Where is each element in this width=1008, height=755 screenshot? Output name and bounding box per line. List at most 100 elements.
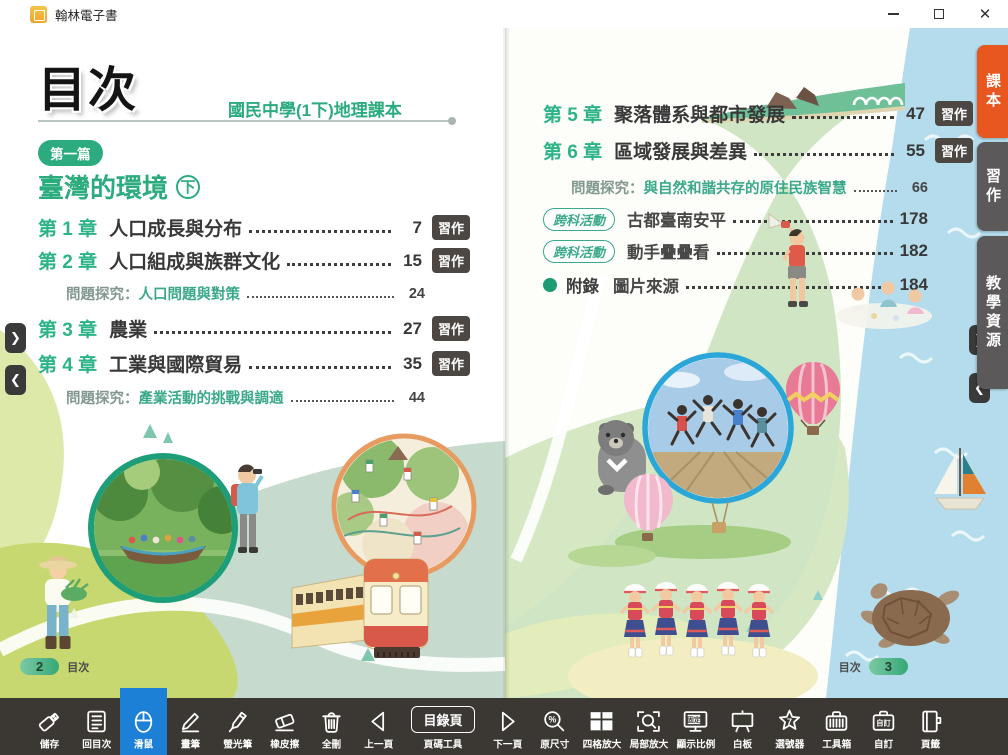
toc-row-chapter-5[interactable]: 第 5 章 聚落體系與都市發展 47 習作 [543, 100, 973, 127]
chapter-page: 55 [901, 141, 925, 161]
toc-row-chapter-3[interactable]: 第 3 章 農業 27 習作 [38, 315, 470, 342]
back-to-toc-button[interactable]: 回目次 [73, 698, 120, 755]
page-number-label: 目次 [839, 659, 861, 675]
custom-button[interactable]: 自訂 自訂 [860, 698, 907, 755]
appendix-title: 圖片來源 [613, 273, 679, 297]
minimize-icon [888, 13, 899, 15]
chapter-label: 第 5 章 [543, 100, 602, 127]
leader-dots [291, 400, 395, 402]
leader-dots [733, 220, 893, 223]
toc-row-activity-2[interactable]: 跨科活動 動手疊疊看 182 [543, 239, 973, 263]
highlighter-tool-button[interactable]: 螢光筆 [214, 698, 261, 755]
book-subtitle: 國民中學(1下)地理課本 [228, 96, 402, 121]
right-page-number: 目次 3 [831, 658, 908, 675]
mouse-tool-button[interactable]: 滑鼠 [120, 688, 167, 755]
toc-row-chapter-1[interactable]: 第 1 章 人口成長與分布 7 習作 [38, 214, 470, 241]
region-zoom-button[interactable]: 局部放大 [625, 698, 672, 755]
maximize-icon [934, 9, 944, 19]
bottom-toolbar: 儲存 回目次 滑鼠 畫筆 螢光筆 [0, 698, 1008, 755]
close-button[interactable]: ✕ [962, 0, 1008, 28]
workbook-badge[interactable]: 習作 [432, 215, 470, 240]
inquiry-label: 問題探究： [571, 177, 644, 198]
chapter-title: 區域發展與差異 [614, 137, 747, 164]
leader-dots [754, 153, 894, 156]
toc-row-inquiry[interactable]: 問題探究： 產業活動的挑戰與調適 44 [38, 387, 470, 408]
whiteboard-button[interactable]: 白板 [719, 698, 766, 755]
eraser-tool-button[interactable]: 橡皮擦 [261, 698, 308, 755]
cross-subject-pill: 跨科活動 [543, 208, 615, 231]
window-title: 翰林電子書 [55, 5, 118, 24]
toolbox-icon [823, 708, 850, 735]
inquiry-title: 人口問題與對策 [139, 283, 241, 304]
workbook-badge[interactable]: 習作 [432, 351, 470, 376]
delete-all-button[interactable]: 全刪 [308, 698, 355, 755]
next-page-button[interactable]: 下一頁 [484, 698, 531, 755]
toc-row-inquiry[interactable]: 問題探究： 與自然和諧共存的原住民族智慧 66 [543, 177, 973, 198]
leader-dots [154, 331, 391, 334]
jumping-people-photo-circle [645, 355, 791, 501]
leader-dots [717, 252, 893, 255]
activity-title: 動手疊疊看 [627, 239, 710, 263]
display-ratio-button[interactable]: 固定 顯示比例 [672, 698, 719, 755]
workbook-badge[interactable]: 習作 [935, 138, 973, 163]
left-page-number: 2 目次 [20, 658, 97, 675]
toc-row-activity-1[interactable]: 跨科活動 古都臺南安平 178 [543, 207, 973, 231]
workbook-badge[interactable]: 習作 [432, 316, 470, 341]
custom-box-icon: 自訂 [870, 708, 897, 735]
appendix-bullet [543, 278, 557, 292]
chapter-label: 第 6 章 [543, 137, 602, 164]
quad-zoom-button[interactable]: 四格放大 [578, 698, 625, 755]
star-number-icon: 7 [776, 708, 803, 735]
previous-page-button[interactable]: 上一頁 [355, 698, 402, 755]
toc-page-button[interactable]: 目錄頁 [411, 706, 474, 733]
original-size-button[interactable]: % 原尺寸 [531, 698, 578, 755]
chapter-page: 7 [398, 218, 422, 238]
window-controls: ✕ [870, 0, 1008, 28]
whiteboard-icon [729, 708, 756, 735]
svg-text:%: % [549, 715, 557, 725]
zoom-percent-icon: % [541, 708, 568, 735]
left-edge-forward-button[interactable]: ❯ [5, 323, 26, 353]
toc-row-chapter-6[interactable]: 第 6 章 區域發展與差異 55 習作 [543, 137, 973, 164]
tab-workbook[interactable]: 習作 [977, 142, 1008, 231]
page-number-tool-button[interactable]: 目錄頁 頁碼工具 [402, 698, 484, 755]
cross-subject-pill: 跨科活動 [543, 240, 615, 263]
toc-row-chapter-2[interactable]: 第 2 章 人口組成與族群文化 15 習作 [38, 247, 470, 274]
tab-teaching-resources[interactable]: 教學資源 [977, 236, 1008, 389]
chapter-page: 47 [901, 104, 925, 124]
minimize-button[interactable] [870, 0, 916, 28]
toolbox-button[interactable]: 工具箱 [813, 698, 860, 755]
chapter-title: 農業 [109, 315, 147, 342]
left-edge-back-button[interactable]: ❮ [5, 365, 26, 395]
highlighter-icon [224, 708, 251, 735]
page-number-label: 目次 [67, 659, 89, 675]
toc-row-appendix[interactable]: 附錄 圖片來源 184 [543, 273, 973, 297]
page-number-pill: 3 [869, 658, 908, 675]
workbook-badge[interactable]: 習作 [432, 248, 470, 273]
svg-text:7: 7 [787, 717, 792, 727]
activity-page: 182 [900, 241, 928, 261]
pen-tool-button[interactable]: 畫筆 [167, 698, 214, 755]
appendix-label: 附錄 [566, 273, 599, 297]
title-bar: 翰林電子書 ✕ [0, 0, 1008, 28]
toc-row-chapter-4[interactable]: 第 4 章 工業與國際貿易 35 習作 [38, 350, 470, 377]
chapter-label: 第 3 章 [38, 315, 97, 342]
save-button[interactable]: 儲存 [26, 698, 73, 755]
section-badge: 第一篇 [38, 140, 103, 166]
inquiry-label: 問題探究： [66, 387, 139, 408]
leader-dots [249, 366, 391, 369]
inquiry-title: 產業活動的挑戰與調適 [139, 387, 284, 408]
pen-icon [177, 708, 204, 735]
chapter-page: 35 [398, 354, 422, 374]
eraser-icon [271, 708, 298, 735]
page-tabs-button[interactable]: 頁籤 [907, 698, 954, 755]
inquiry-page: 44 [401, 390, 425, 406]
trash-icon [318, 708, 345, 735]
workbook-badge[interactable]: 習作 [935, 101, 973, 126]
leader-dots [249, 230, 391, 233]
number-picker-button[interactable]: 7 選號器 [766, 698, 813, 755]
tab-textbook[interactable]: 課本 [977, 45, 1008, 138]
toc-row-inquiry[interactable]: 問題探究： 人口問題與對策 24 [38, 283, 470, 304]
maximize-button[interactable] [916, 0, 962, 28]
leader-dots [792, 116, 894, 119]
